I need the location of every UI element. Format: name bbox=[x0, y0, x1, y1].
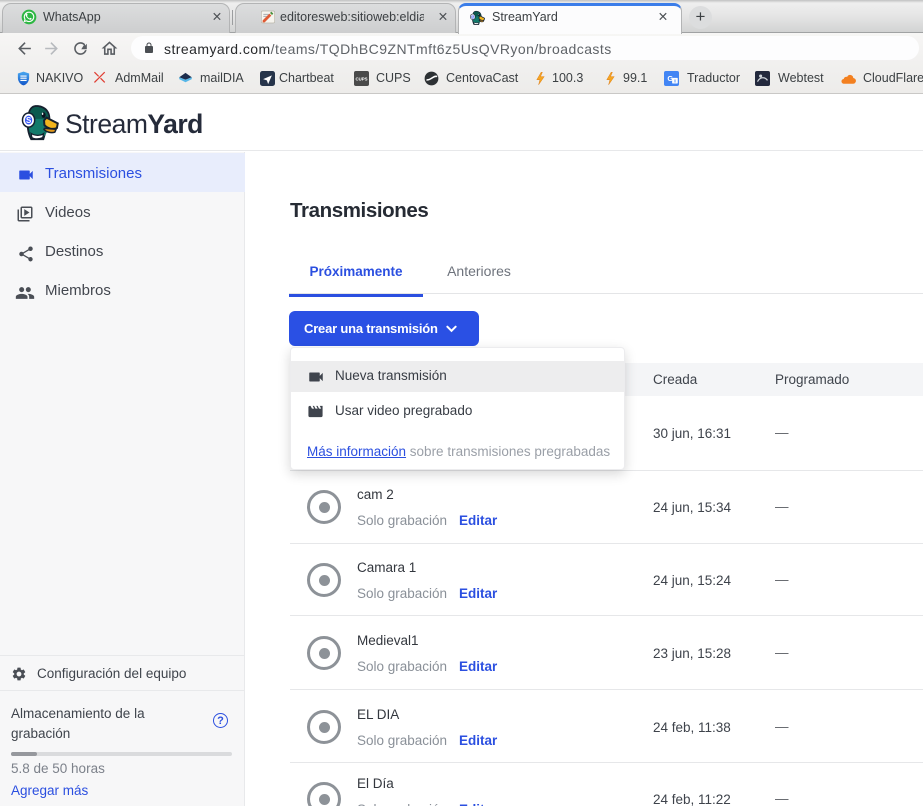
svg-text:CUPS: CUPS bbox=[355, 76, 367, 81]
